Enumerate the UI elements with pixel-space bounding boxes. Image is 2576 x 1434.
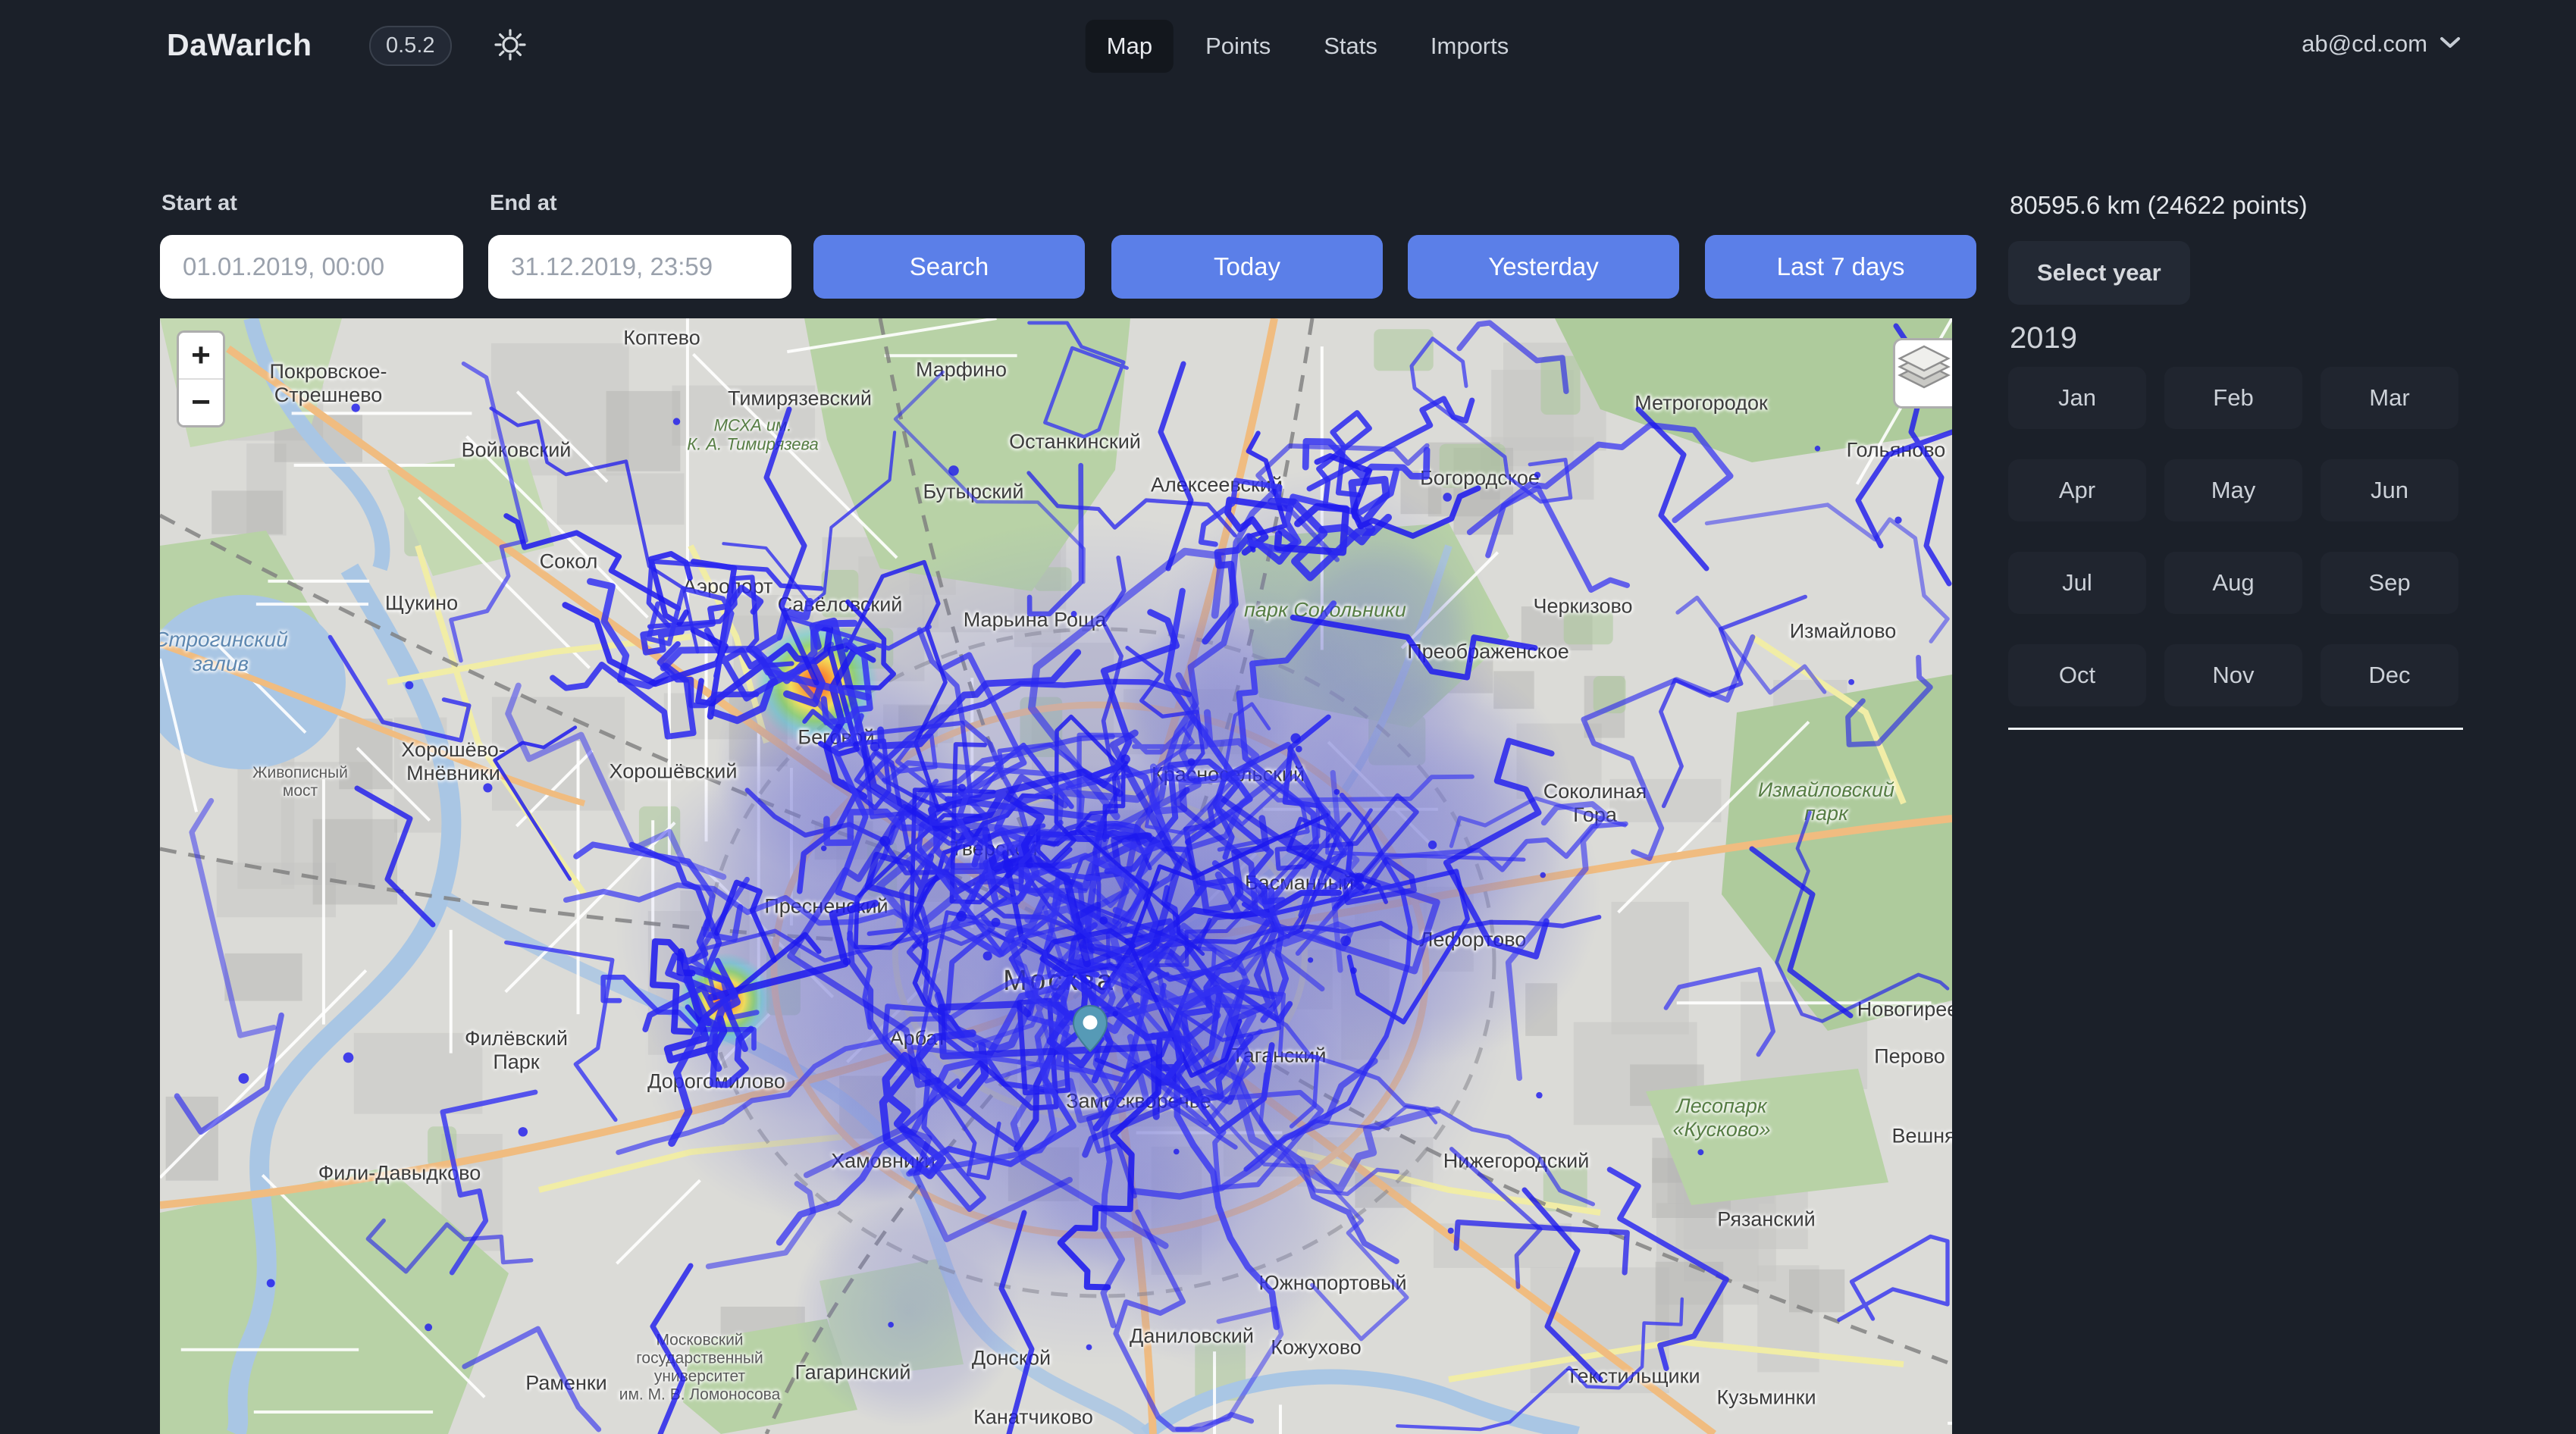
month-button-apr[interactable]: Apr xyxy=(2008,459,2146,521)
sidebar-divider xyxy=(2008,728,2463,730)
last-7-days-button[interactable]: Last 7 days xyxy=(1705,235,1976,299)
today-button[interactable]: Today xyxy=(1111,235,1383,299)
version-badge: 0.5.2 xyxy=(369,26,452,66)
zoom-in-button[interactable]: + xyxy=(179,333,223,378)
month-button-jan[interactable]: Jan xyxy=(2008,367,2146,429)
month-button-mar[interactable]: Mar xyxy=(2321,367,2458,429)
map-base-tiles xyxy=(160,318,1952,1434)
month-button-oct[interactable]: Oct xyxy=(2008,644,2146,706)
map-zoom-control: + − xyxy=(177,330,225,427)
tab-points[interactable]: Points xyxy=(1184,20,1292,73)
app-logo: DaWarIch xyxy=(167,27,312,63)
tab-map[interactable]: Map xyxy=(1086,20,1174,73)
year-heading: 2019 xyxy=(2010,321,2077,355)
search-button[interactable]: Search xyxy=(813,235,1085,299)
user-email: ab@cd.com xyxy=(2302,30,2427,58)
map-container[interactable]: КоптевоПокровское- СтрешневоТимирязевски… xyxy=(160,318,1952,1434)
month-button-may[interactable]: May xyxy=(2164,459,2302,521)
month-button-jul[interactable]: Jul xyxy=(2008,552,2146,614)
month-button-feb[interactable]: Feb xyxy=(2164,367,2302,429)
select-year-button[interactable]: Select year xyxy=(2008,241,2190,305)
start-at-label: Start at xyxy=(161,191,237,216)
app-header: DaWarIch 0.5.2 Map Points Stats Imports … xyxy=(0,0,2576,93)
tab-stats[interactable]: Stats xyxy=(1302,20,1399,73)
distance-points-stats: 80595.6 km (24622 points) xyxy=(2010,191,2308,220)
start-date-input[interactable] xyxy=(160,235,463,299)
main-nav: Map Points Stats Imports xyxy=(1086,20,1531,73)
month-button-sep[interactable]: Sep xyxy=(2321,552,2458,614)
layers-control[interactable] xyxy=(1893,338,1952,409)
user-menu[interactable]: ab@cd.com xyxy=(2302,30,2461,58)
end-at-label: End at xyxy=(490,191,557,216)
chevron-down-icon xyxy=(2440,36,2461,53)
month-button-aug[interactable]: Aug xyxy=(2164,552,2302,614)
yesterday-button[interactable]: Yesterday xyxy=(1408,235,1679,299)
month-button-dec[interactable]: Dec xyxy=(2321,644,2458,706)
theme-toggle-sun-icon[interactable] xyxy=(493,27,528,62)
end-date-input[interactable] xyxy=(488,235,791,299)
location-marker[interactable] xyxy=(1073,1005,1108,1052)
tab-imports[interactable]: Imports xyxy=(1409,20,1530,73)
month-button-jun[interactable]: Jun xyxy=(2321,459,2458,521)
month-button-nov[interactable]: Nov xyxy=(2164,644,2302,706)
zoom-out-button[interactable]: − xyxy=(179,380,223,425)
month-grid: Jan Feb Mar Apr May Jun Jul Aug Sep Oct … xyxy=(2008,367,2463,706)
